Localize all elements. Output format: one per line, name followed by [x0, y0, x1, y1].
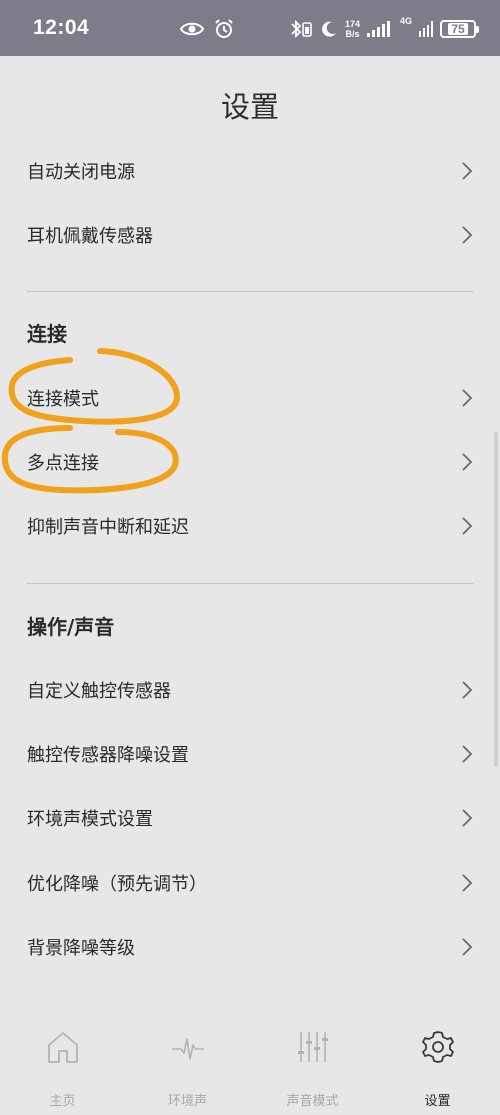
- status-time: 12:04: [33, 16, 90, 39]
- chevron-right-icon: [462, 226, 473, 244]
- chevron-right-icon: [462, 162, 473, 180]
- nav-settings[interactable]: 设置: [375, 1015, 500, 1115]
- bluetooth-battery-icon: [291, 19, 312, 39]
- row-label: 优化降噪（预先调节）: [27, 874, 207, 895]
- nav-label: 声音模式: [286, 1094, 339, 1109]
- row-auto-power-off[interactable]: 自动关闭电源: [0, 139, 500, 203]
- row-label: 抑制声音中断和延迟: [27, 517, 189, 538]
- chevron-right-icon: [462, 874, 473, 892]
- section-divider: [27, 583, 473, 584]
- row-background-nc-level[interactable]: 背景降噪等级: [0, 915, 500, 979]
- eye-icon: [180, 22, 204, 36]
- section-title-connection: 连接: [27, 322, 67, 346]
- chevron-right-icon: [462, 453, 473, 471]
- chevron-right-icon: [462, 745, 473, 763]
- signal-icon: [366, 21, 390, 37]
- chevron-right-icon: [462, 517, 473, 535]
- row-custom-touch[interactable]: 自定义触控传感器: [0, 658, 500, 722]
- nav-ambient[interactable]: 环境声: [125, 1015, 250, 1115]
- row-optimize-nc[interactable]: 优化降噪（预先调节）: [0, 851, 500, 915]
- pulse-icon: [171, 1038, 204, 1060]
- moon-icon: [322, 21, 336, 37]
- chevron-right-icon: [462, 389, 473, 407]
- net-speed: 174 B/s: [344, 19, 360, 39]
- nav-sound-mode[interactable]: 声音模式: [250, 1015, 375, 1115]
- equalizer-icon: [297, 1032, 328, 1062]
- gear-icon: [421, 1031, 454, 1063]
- chevron-right-icon: [462, 681, 473, 699]
- bottom-navigation: 主页 环境声 声音模式 设置: [0, 1015, 500, 1115]
- row-label: 自动关闭电源: [27, 162, 135, 183]
- nav-label: 环境声: [167, 1094, 207, 1109]
- home-icon: [47, 1032, 78, 1063]
- section-title-operation-sound: 操作/声音: [27, 615, 115, 639]
- nav-label: 设置: [424, 1094, 451, 1109]
- battery-indicator: 75: [440, 20, 479, 38]
- scrollbar[interactable]: [494, 432, 498, 767]
- row-label: 背景降噪等级: [27, 938, 135, 959]
- row-label: 触控传感器降噪设置: [27, 745, 189, 766]
- row-suppress-interruption[interactable]: 抑制声音中断和延迟: [0, 494, 500, 558]
- row-touch-nc-settings[interactable]: 触控传感器降噪设置: [0, 722, 500, 786]
- network-type: 4G: [399, 16, 412, 26]
- alarm-icon: [215, 19, 233, 38]
- row-label: 自定义触控传感器: [27, 681, 171, 702]
- row-label: 环境声模式设置: [27, 809, 153, 830]
- row-multipoint[interactable]: 多点连接: [0, 430, 500, 494]
- chevron-right-icon: [462, 938, 473, 956]
- row-connection-mode[interactable]: 连接模式: [0, 366, 500, 430]
- signal-4g-icon: [419, 21, 433, 37]
- page-title: 设置: [220, 90, 279, 124]
- row-wear-sensor[interactable]: 耳机佩戴传感器: [0, 203, 500, 267]
- status-bar: 12:04 174 B/s 4G 75: [0, 0, 500, 56]
- status-center-icons: [180, 16, 234, 42]
- row-label: 多点连接: [27, 453, 99, 474]
- row-ambient-mode-settings[interactable]: 环境声模式设置: [0, 786, 500, 850]
- nav-label: 主页: [49, 1094, 76, 1109]
- row-label: 耳机佩戴传感器: [27, 226, 153, 247]
- chevron-right-icon: [462, 809, 473, 827]
- row-label: 连接模式: [27, 389, 99, 410]
- status-right-icons: 174 B/s 4G 75: [289, 14, 479, 44]
- section-divider: [27, 291, 473, 292]
- nav-home[interactable]: 主页: [0, 1015, 125, 1115]
